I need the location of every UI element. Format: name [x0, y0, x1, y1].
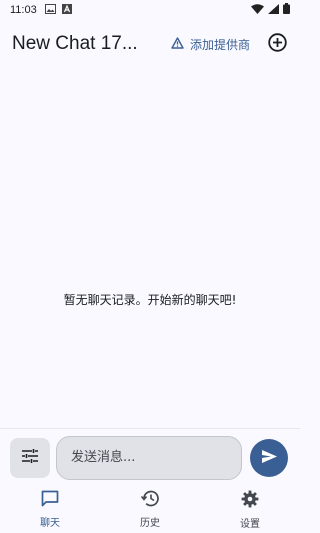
warning-triangle-icon	[171, 36, 184, 52]
battery-icon	[283, 3, 290, 17]
nav-label-settings: 设置	[240, 518, 260, 530]
add-provider-label: 添加提供商	[189, 37, 250, 52]
chat-icon	[41, 490, 59, 511]
tune-icon	[21, 448, 39, 468]
add-circle-icon	[267, 32, 287, 56]
gallery-icon	[44, 3, 56, 17]
nav-label-history: 历史	[140, 518, 160, 529]
composer	[0, 428, 300, 486]
chat-settings-button[interactable]	[10, 437, 50, 478]
send-icon	[261, 448, 277, 467]
bottom-navigation: 聊天 历史 设置	[0, 486, 300, 533]
a-icon	[61, 3, 72, 17]
nav-item-chat[interactable]: 聊天	[0, 486, 100, 533]
status-bar: 11:03	[0, 0, 300, 20]
gear-icon	[241, 490, 259, 512]
signal-icon	[268, 3, 279, 17]
new-chat-button[interactable]	[264, 31, 290, 57]
add-provider-button[interactable]: 添加提供商	[171, 36, 250, 53]
message-input[interactable]	[56, 435, 242, 480]
history-icon	[140, 490, 160, 511]
wifi-icon	[251, 3, 264, 17]
top-app-bar: New Chat 17... 添加提供商	[0, 24, 300, 64]
chat-title: New Chat 17...	[12, 33, 138, 54]
nav-item-settings[interactable]: 设置	[200, 486, 300, 533]
empty-chat-message: 暂无聊天记录。开始新的聊天吧!	[63, 293, 237, 307]
nav-item-history[interactable]: 历史	[100, 486, 200, 533]
status-indicators	[251, 3, 290, 17]
nav-label-chat: 聊天	[40, 518, 60, 529]
status-time: 11:03	[10, 4, 37, 16]
send-button[interactable]	[250, 438, 288, 477]
